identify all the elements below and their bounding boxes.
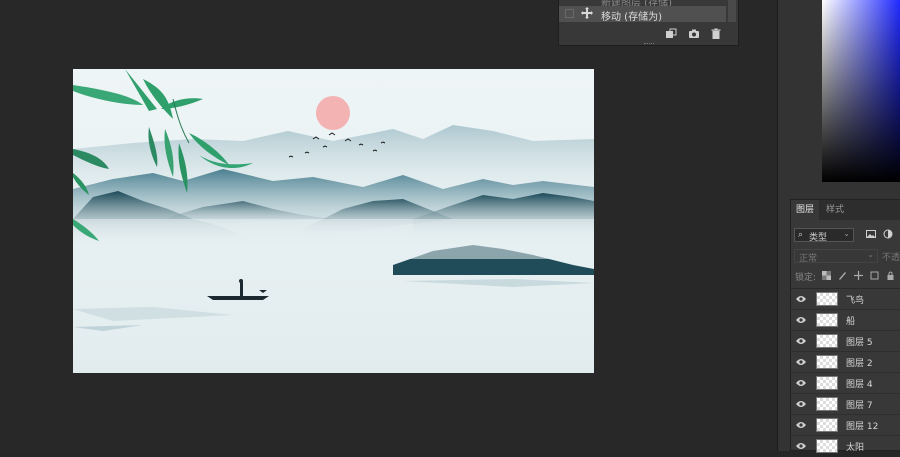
eye-icon[interactable]: [796, 358, 806, 366]
layer-row[interactable]: 图层 12: [791, 415, 900, 436]
layer-thumbnail: [816, 313, 838, 327]
layer-name: 图层 2: [846, 359, 873, 369]
trash-icon[interactable]: [710, 28, 722, 40]
lock-all-icon[interactable]: [886, 271, 895, 280]
panel-resize-grip[interactable]: [644, 43, 654, 46]
layer-thumbnail: [816, 376, 838, 390]
layers-panel: 图层 样式 ⌕ 类型 ⌄ 正常 ⌄ 不透明度 锁定: 飞鸟: [790, 199, 900, 453]
layer-name: 太阳: [846, 443, 865, 453]
eye-icon[interactable]: [796, 421, 806, 429]
lock-position-icon[interactable]: [854, 271, 863, 280]
search-icon: ⌕: [798, 230, 804, 240]
tab-layers[interactable]: 图层: [791, 200, 820, 220]
layer-name: 图层 4: [846, 380, 873, 390]
chevron-down-icon: ⌄: [843, 229, 850, 238]
eye-icon[interactable]: [796, 295, 806, 303]
document-workspace[interactable]: [0, 0, 777, 451]
eye-icon[interactable]: [796, 316, 806, 324]
layer-row[interactable]: 飞鸟: [791, 289, 900, 310]
image-filter-icon[interactable]: [866, 229, 876, 239]
tab-styles[interactable]: 样式: [821, 200, 849, 220]
color-picker-field[interactable]: [822, 0, 900, 182]
layer-row[interactable]: 图层 7: [791, 394, 900, 415]
ink-landscape-artwork: [73, 69, 594, 373]
layer-name: 图层 12: [846, 422, 879, 432]
history-item-selected[interactable]: 移动 (存储为): [559, 6, 726, 23]
layer-row[interactable]: 图层 4: [791, 373, 900, 394]
history-item-label: 移动 (存储为): [601, 12, 662, 23]
layer-row[interactable]: 太阳: [791, 436, 900, 457]
layer-filter-select[interactable]: ⌕ 类型 ⌄: [794, 228, 854, 243]
eye-icon[interactable]: [796, 379, 806, 387]
layer-row[interactable]: 船: [791, 310, 900, 331]
blend-mode-select[interactable]: 正常 ⌄: [794, 249, 878, 264]
eye-icon[interactable]: [796, 442, 806, 450]
right-panel-column: 图层 样式 ⌕ 类型 ⌄ 正常 ⌄ 不透明度 锁定: 飞鸟: [777, 0, 900, 453]
layer-thumbnail: [816, 397, 838, 411]
camera-icon[interactable]: [688, 28, 700, 40]
new-snapshot-icon[interactable]: [665, 28, 677, 40]
layer-thumbnail: [816, 418, 838, 432]
filter-kind-label: 类型: [809, 233, 828, 243]
adjustment-filter-icon[interactable]: [883, 229, 893, 239]
layer-name: 图层 7: [846, 401, 873, 411]
document-canvas[interactable]: [73, 69, 594, 373]
chevron-down-icon: ⌄: [867, 250, 874, 259]
opacity-label: 不透明度: [882, 253, 900, 263]
history-scrollbar[interactable]: [728, 0, 736, 22]
lock-transparent-pixels-icon[interactable]: [822, 271, 831, 280]
layer-name: 图层 5: [846, 338, 873, 348]
lock-image-pixels-icon[interactable]: [838, 271, 847, 280]
history-panel: 新建图层 (存储) 移动 (存储为): [558, 0, 739, 46]
eye-icon[interactable]: [796, 400, 806, 408]
blend-mode-value: 正常: [799, 254, 818, 264]
layer-thumbnail: [816, 334, 838, 348]
eye-icon[interactable]: [796, 337, 806, 345]
layer-row[interactable]: 图层 2: [791, 352, 900, 373]
artboard-lock-icon[interactable]: [870, 271, 879, 280]
history-checkbox[interactable]: [565, 9, 574, 18]
lock-label: 锁定:: [795, 273, 817, 283]
move-tool-icon: [581, 7, 593, 19]
sun: [316, 96, 350, 130]
layer-name: 船: [846, 317, 856, 327]
layer-name: 飞鸟: [846, 296, 865, 306]
history-toolbar: [559, 24, 738, 44]
layer-row[interactable]: 图层 5: [791, 331, 900, 352]
layer-thumbnail: [816, 355, 838, 369]
lock-row: 锁定:: [795, 269, 900, 283]
layers-panel-tabs: 图层 样式: [791, 200, 900, 220]
boat: [207, 296, 269, 300]
layer-thumbnail: [816, 292, 838, 306]
